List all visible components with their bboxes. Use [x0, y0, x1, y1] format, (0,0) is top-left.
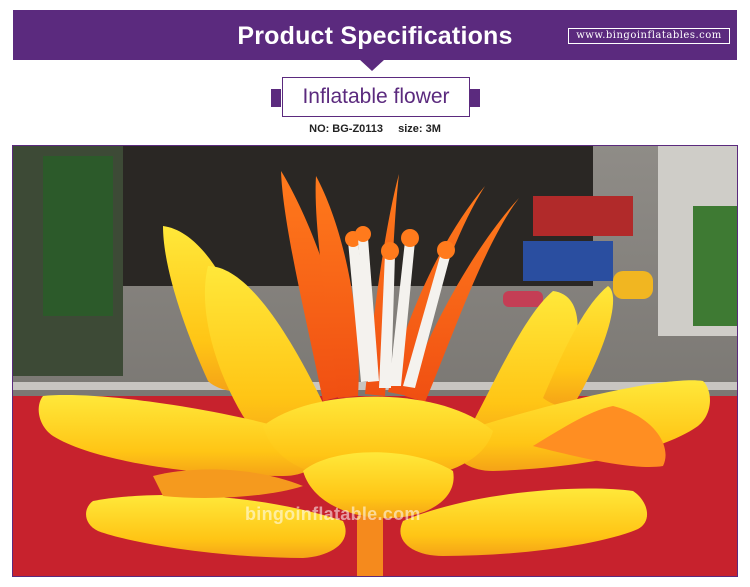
watermark: bingoinflatable.com	[245, 504, 421, 524]
site-url-badge[interactable]: www.bingoinflatables.com	[568, 28, 730, 44]
right-accent-bar	[470, 89, 480, 107]
left-accent-bar	[271, 89, 281, 107]
header-banner: Product Specifications www.bingoinflatab…	[13, 10, 737, 60]
product-photo: bingoinflatable.com	[12, 145, 738, 577]
product-number-label: NO:	[309, 123, 330, 135]
product-number-value: BG-Z0113	[332, 123, 384, 135]
product-name-row: Inflatable flower	[271, 77, 481, 117]
banner-pointer	[359, 59, 385, 71]
product-size-label: size:	[398, 123, 423, 135]
product-size-value: 3M	[425, 123, 441, 135]
product-size: size: 3M	[398, 123, 441, 135]
product-specs: NO: BG-Z0113 size: 3M	[0, 123, 750, 135]
product-name: Inflatable flower	[282, 77, 470, 117]
product-number: NO: BG-Z0113	[309, 123, 383, 135]
